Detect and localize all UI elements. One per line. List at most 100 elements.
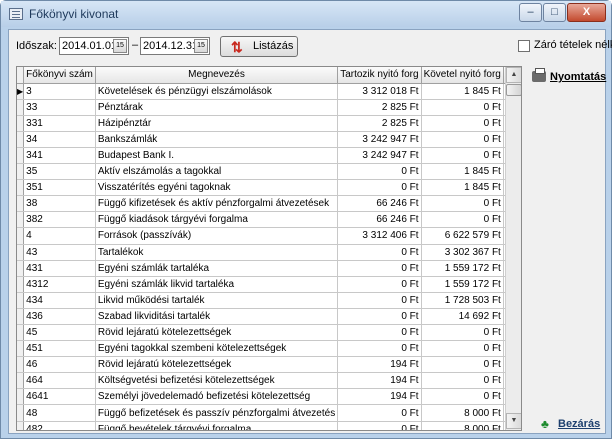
- list-button[interactable]: ⇅ Listázás: [220, 36, 298, 57]
- debit-opening-cell[interactable]: 66 246 Ft: [337, 211, 422, 229]
- table-row[interactable]: 451 Egyéni tagokkal szembeni kötelezettsé…: [17, 340, 521, 358]
- minimize-button[interactable]: –: [519, 3, 542, 22]
- account-name-cell[interactable]: Budapest Bank I.: [95, 147, 339, 165]
- table-row[interactable]: 38 Függő kifizetések és aktív pénzforgalm…: [17, 195, 521, 213]
- account-code-cell[interactable]: 382: [23, 211, 96, 229]
- credit-opening-cell[interactable]: 1 845 Ft: [421, 163, 504, 181]
- debit-opening-cell[interactable]: 0 Ft: [337, 163, 422, 181]
- credit-opening-cell[interactable]: 14 692 Ft: [421, 308, 504, 326]
- table-row[interactable]: 331Házipénztár2 825 Ft0 Ft2: [17, 115, 521, 132]
- account-name-cell[interactable]: Személyi jövedelemadó befizetési kötelez…: [95, 388, 339, 406]
- table-row[interactable]: 341Budapest Bank I.3 242 947 Ft0 Ft3 242: [17, 147, 521, 165]
- credit-opening-cell[interactable]: 1 728 503 Ft: [421, 292, 504, 309]
- row-indicator[interactable]: [17, 227, 25, 245]
- credit-opening-cell[interactable]: 8 000 Ft: [421, 404, 504, 422]
- closing-items-checkbox[interactable]: [518, 40, 530, 52]
- table-row[interactable]: 46 Rövid lejáratú kötelezettségek 194 Ft 0 …: [17, 356, 521, 374]
- credit-opening-cell[interactable]: 0 Ft: [421, 324, 504, 342]
- account-code-cell[interactable]: 464: [23, 372, 96, 390]
- row-indicator[interactable]: [17, 292, 25, 309]
- account-name-cell[interactable]: Pénztárak: [95, 99, 339, 116]
- account-name-cell[interactable]: Bankszámlák: [95, 131, 339, 148]
- table-row[interactable]: ▶ 3 Követelések és pénzügyi elszámolások 3 …: [17, 83, 521, 100]
- table-row[interactable]: 436 Szabad likviditási tartalék 0 Ft 14 692…: [17, 308, 521, 326]
- debit-opening-cell[interactable]: 0 Ft: [337, 404, 422, 422]
- account-name-cell[interactable]: Egyéni számlák tartaléka: [95, 260, 339, 277]
- debit-opening-cell[interactable]: 3 312 406 Ft: [337, 227, 422, 245]
- debit-opening-cell[interactable]: 0 Ft: [337, 340, 422, 358]
- debit-opening-cell[interactable]: 194 Ft: [337, 372, 422, 390]
- table-row[interactable]: 431 Egyéni számlák tartaléka 0 Ft 1 559 172…: [17, 260, 521, 277]
- row-indicator[interactable]: [17, 356, 25, 374]
- table-row[interactable]: 43 Tartalékok 0 Ft 3 302 367 Ft: [17, 244, 521, 261]
- debit-opening-cell[interactable]: 194 Ft: [337, 388, 422, 406]
- debit-opening-cell[interactable]: 0 Ft: [337, 276, 422, 293]
- debit-opening-cell[interactable]: 3 242 947 Ft: [337, 131, 422, 148]
- credit-opening-cell[interactable]: 1 845 Ft: [421, 83, 504, 100]
- account-name-cell[interactable]: Egyéni számlák likvid tartaléka: [95, 276, 339, 293]
- credit-opening-cell[interactable]: 0 Ft: [421, 340, 504, 358]
- account-code-cell[interactable]: 46: [23, 356, 96, 374]
- credit-opening-cell[interactable]: 0 Ft: [421, 99, 504, 116]
- row-indicator[interactable]: [17, 211, 25, 229]
- row-indicator[interactable]: [17, 372, 25, 390]
- account-code-cell[interactable]: 43: [23, 244, 96, 261]
- table-row[interactable]: 4 Források (passzívák) 3 312 406 Ft 6 622 5…: [17, 227, 521, 245]
- account-name-cell[interactable]: Függő kiadások tárgyévi forgalma: [95, 211, 339, 229]
- close-window-button[interactable]: X: [567, 3, 606, 22]
- account-name-cell[interactable]: Függő befizetések és passzív pénzforgalm…: [95, 404, 339, 422]
- account-name-cell[interactable]: Likvid működési tartalék: [95, 292, 339, 309]
- row-indicator[interactable]: [17, 147, 25, 165]
- table-row[interactable]: 4641 Személyi jövedelemadó befizetési köt…: [17, 388, 521, 406]
- credit-opening-cell[interactable]: 6 622 579 Ft: [421, 227, 504, 245]
- credit-opening-cell[interactable]: 3 302 367 Ft: [421, 244, 504, 261]
- debit-opening-cell[interactable]: 194 Ft: [337, 356, 422, 374]
- table-row[interactable]: 351 Visszatérítés egyéni tagoknak 0 Ft 1 84…: [17, 179, 521, 197]
- account-code-cell[interactable]: 4641: [23, 388, 96, 406]
- debit-opening-cell[interactable]: 3 242 947 Ft: [337, 147, 422, 165]
- debit-opening-cell[interactable]: 0 Ft: [337, 179, 422, 197]
- account-name-cell[interactable]: Rövid lejáratú kötelezettségek: [95, 324, 339, 342]
- column-header[interactable]: Megnevezés: [95, 67, 339, 84]
- table-row[interactable]: 35 Aktív elszámolás a tagokkal 0 Ft 1 845 F…: [17, 163, 521, 181]
- account-code-cell[interactable]: 48: [23, 404, 96, 422]
- close-button[interactable]: ♣ Bezárás: [537, 413, 607, 435]
- row-indicator[interactable]: [17, 308, 25, 326]
- credit-opening-cell[interactable]: 0 Ft: [421, 195, 504, 213]
- credit-opening-cell[interactable]: 0 Ft: [421, 356, 504, 374]
- credit-opening-cell[interactable]: 0 Ft: [421, 115, 504, 132]
- account-code-cell[interactable]: 34: [23, 131, 96, 148]
- table-row[interactable]: 34Bankszámlák3 242 947 Ft0 Ft3 242: [17, 131, 521, 148]
- maximize-button[interactable]: □: [543, 3, 566, 22]
- account-name-cell[interactable]: Tartalékok: [95, 244, 339, 261]
- account-code-cell[interactable]: 431: [23, 260, 96, 277]
- row-indicator[interactable]: [17, 421, 25, 430]
- debit-opening-cell[interactable]: 2 825 Ft: [337, 115, 422, 132]
- date-from-field[interactable]: 2014.01.01 15: [59, 37, 129, 55]
- debit-opening-cell[interactable]: 0 Ft: [337, 308, 422, 326]
- credit-opening-cell[interactable]: 1 559 172 Ft: [421, 260, 504, 277]
- credit-opening-cell[interactable]: 0 Ft: [421, 388, 504, 406]
- account-code-cell[interactable]: 436: [23, 308, 96, 326]
- debit-opening-cell[interactable]: 2 825 Ft: [337, 99, 422, 116]
- scroll-up-button[interactable]: ▲: [506, 67, 521, 83]
- account-name-cell[interactable]: Források (passzívák): [95, 227, 339, 245]
- account-code-cell[interactable]: 35: [23, 163, 96, 181]
- current-row-indicator[interactable]: ▶: [17, 83, 25, 100]
- account-code-cell[interactable]: 331: [23, 115, 96, 132]
- debit-opening-cell[interactable]: 3 312 018 Ft: [337, 83, 422, 100]
- table-row[interactable]: 464 Költségvetési befizetési kötelezettsé…: [17, 372, 521, 390]
- account-code-cell[interactable]: 33: [23, 99, 96, 116]
- row-indicator[interactable]: [17, 115, 25, 132]
- table-row[interactable]: 33Pénztárak2 825 Ft0 Ft2: [17, 99, 521, 116]
- debit-opening-cell[interactable]: 0 Ft: [337, 421, 422, 430]
- credit-opening-cell[interactable]: 0 Ft: [421, 211, 504, 229]
- credit-opening-cell[interactable]: 0 Ft: [421, 372, 504, 390]
- account-code-cell[interactable]: 434: [23, 292, 96, 309]
- scroll-thumb[interactable]: [506, 84, 521, 96]
- table-row[interactable]: 45 Rövid lejáratú kötelezettségek 0 Ft 0 Ft: [17, 324, 521, 342]
- row-indicator[interactable]: [17, 324, 25, 342]
- account-code-cell[interactable]: 3: [23, 83, 96, 100]
- row-indicator[interactable]: [17, 99, 25, 116]
- account-name-cell[interactable]: Függő bevételek tárgyévi forgalma: [95, 421, 339, 430]
